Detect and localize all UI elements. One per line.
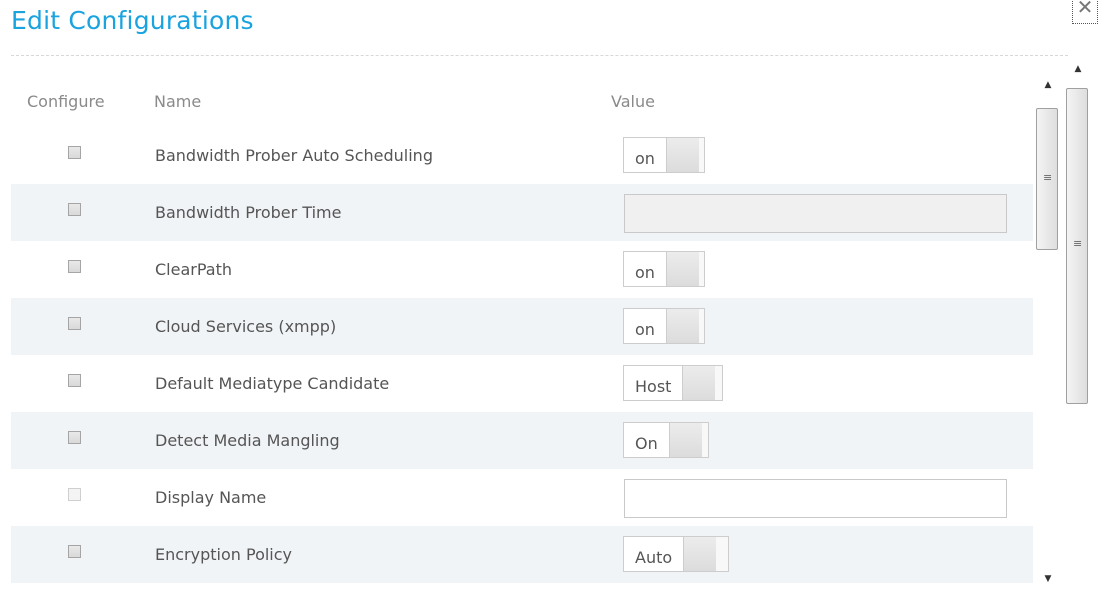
toggle-knob — [668, 423, 702, 457]
title-divider — [11, 55, 1068, 56]
toggle-knob — [665, 309, 699, 343]
table-row: Detect Media Mangling On — [11, 412, 1033, 469]
value-toggle[interactable]: On — [623, 422, 709, 458]
table-row: Bandwidth Prober Time — [11, 184, 1033, 241]
dialog-scrollbar[interactable]: ▲ ≡ — [1063, 56, 1093, 594]
value-text-field[interactable] — [624, 479, 1007, 518]
scroll-up-icon[interactable]: ▲ — [1033, 80, 1063, 96]
scroll-down-icon[interactable]: ▼ — [1033, 574, 1063, 590]
header-configure: Configure — [27, 92, 105, 111]
table-row: Cloud Services (xmpp) on — [11, 298, 1033, 355]
toggle-knob — [665, 138, 699, 172]
toggle-knob — [682, 366, 716, 400]
setting-name: Encryption Policy — [155, 545, 293, 564]
toggle-label: Host — [624, 366, 683, 400]
setting-name: Display Name — [155, 488, 267, 507]
configure-checkbox[interactable] — [68, 260, 81, 273]
value-toggle[interactable]: on — [623, 308, 705, 344]
grid-scrollbar[interactable]: ▲ ≡ ▼ — [1033, 72, 1063, 594]
toggle-knob — [683, 537, 717, 571]
configure-checkbox[interactable] — [68, 488, 81, 501]
configure-checkbox[interactable] — [68, 374, 81, 387]
toggle-knob — [665, 252, 699, 286]
value-toggle[interactable]: Auto — [623, 536, 729, 572]
setting-name: Bandwidth Prober Auto Scheduling — [155, 146, 433, 165]
value-toggle[interactable]: Host — [623, 365, 723, 401]
table-row: ClearPath on — [11, 241, 1033, 298]
table-row: Encryption Policy Auto — [11, 526, 1033, 583]
grip-icon: ≡ — [1073, 237, 1083, 250]
toggle-label: On — [624, 423, 669, 457]
configure-checkbox[interactable] — [68, 203, 81, 216]
table-row: Default Mediatype Candidate Host — [11, 355, 1033, 412]
scroll-thumb[interactable]: ≡ — [1066, 88, 1088, 404]
configure-checkbox[interactable] — [68, 545, 81, 558]
configure-checkbox[interactable] — [68, 317, 81, 330]
toggle-label: on — [624, 138, 666, 172]
setting-name: Detect Media Mangling — [155, 431, 340, 450]
table-row: Display Name — [11, 469, 1033, 526]
setting-name: Bandwidth Prober Time — [155, 203, 342, 222]
table-row: Bandwidth Prober Auto Scheduling on — [11, 127, 1033, 184]
value-toggle[interactable]: on — [623, 137, 705, 173]
toggle-label: on — [624, 252, 666, 286]
close-icon[interactable]: ✕ — [1072, 0, 1098, 24]
scroll-thumb[interactable]: ≡ — [1036, 108, 1058, 250]
value-text-field[interactable] — [624, 194, 1007, 233]
scroll-up-icon[interactable]: ▲ — [1063, 64, 1093, 80]
setting-name: ClearPath — [155, 260, 232, 279]
toggle-label: Auto — [624, 537, 684, 571]
toggle-label: on — [624, 309, 666, 343]
header-name: Name — [154, 92, 202, 111]
header-value: Value — [611, 92, 655, 111]
dialog-title: Edit Configurations — [11, 6, 254, 35]
configure-checkbox[interactable] — [68, 431, 81, 444]
value-toggle[interactable]: on — [623, 251, 705, 287]
grip-icon: ≡ — [1043, 171, 1053, 184]
configure-checkbox[interactable] — [68, 146, 81, 159]
setting-name: Cloud Services (xmpp) — [155, 317, 337, 336]
setting-name: Default Mediatype Candidate — [155, 374, 390, 393]
config-grid: Configure Name Value Bandwidth Prober Au… — [11, 72, 1033, 594]
